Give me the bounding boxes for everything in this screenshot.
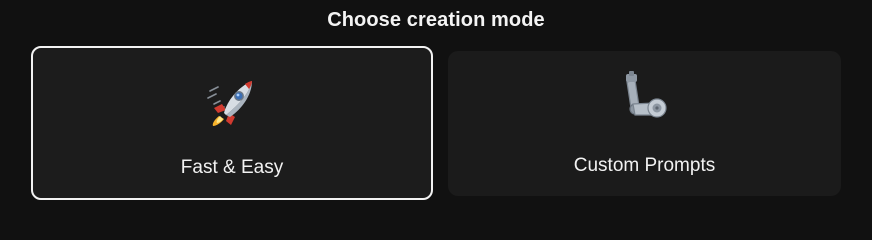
mode-label-fast-easy: Fast & Easy — [180, 157, 284, 178]
mode-label-custom-prompts: Custom Prompts — [573, 155, 716, 176]
creation-mode-dialog: Choose creation mode Fast & Easy Custom … — [0, 0, 872, 213]
rocket-icon — [207, 81, 252, 126]
mechanical-arm-icon — [625, 71, 667, 118]
page-title: Choose creation mode — [327, 9, 545, 31]
mode-card-fast-easy[interactable]: Fast & Easy — [31, 46, 433, 200]
mode-card-custom-prompts[interactable]: Custom Prompts — [448, 51, 841, 196]
